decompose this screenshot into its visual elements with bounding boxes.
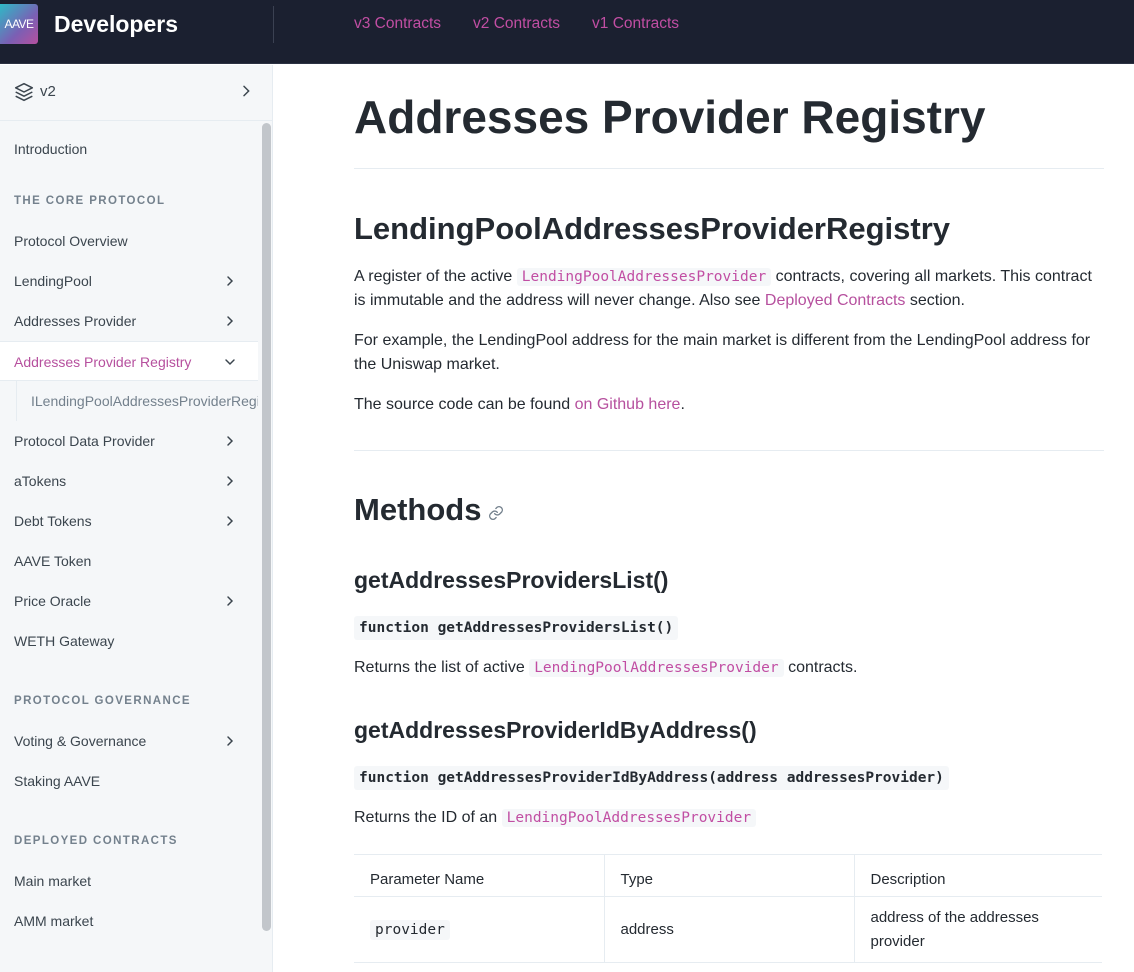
sidebar-item-addresses-provider[interactable]: Addresses Provider — [0, 301, 258, 341]
method-description: Returns the ID of an LendingPoolAddresse… — [354, 806, 1104, 830]
chevron-right-icon[interactable] — [222, 593, 238, 609]
sidebar-item-voting-governance[interactable]: Voting & Governance — [0, 721, 258, 761]
method-signature: function getAddressesProvidersList() — [354, 616, 679, 640]
nav-v2-contracts[interactable]: v2 Contracts — [473, 14, 560, 34]
sidebar-item-label: AMM market — [14, 913, 94, 929]
layers-icon — [14, 82, 34, 102]
column-header: Description — [853, 854, 1102, 897]
text: Returns the list of active — [354, 659, 530, 676]
param-name: provider — [370, 919, 450, 940]
topbar-divider — [273, 6, 274, 43]
table-cell: provider — [354, 896, 604, 963]
chevron-right-icon[interactable] — [222, 313, 238, 329]
version-label: v2 — [40, 83, 56, 100]
sidebar-item-label: Main market — [14, 873, 92, 889]
divider — [354, 168, 1104, 169]
chevron-right-icon — [243, 85, 250, 97]
brand-title[interactable]: Developers — [54, 8, 178, 40]
sidebar-item-label: Protocol Data Provider — [14, 433, 155, 449]
sidebar-item-label: Voting & Governance — [14, 733, 147, 749]
sidebar-item-label: WETH Gateway — [14, 633, 115, 649]
sidebar-item-aave-token[interactable]: AAVE Token — [0, 541, 258, 581]
top-bar: AAVE Developers v3 Contracts v2 Contract… — [0, 0, 1134, 64]
example-paragraph: For example, the LendingPool address for… — [354, 332, 1091, 373]
nav-v1-contracts[interactable]: v1 Contracts — [592, 14, 679, 34]
method-signature: function getAddressesProviderIdByAddress… — [354, 766, 949, 790]
deployed-contracts-link[interactable]: Deployed Contracts — [765, 292, 906, 309]
sidebar-item-amm-market[interactable]: AMM market — [0, 901, 258, 941]
sidebar-item-label: Addresses Provider — [14, 313, 137, 329]
methods-heading: Methods — [354, 492, 482, 527]
sidebar-item-lendingpool[interactable]: LendingPool — [0, 261, 258, 301]
main-content: Addresses Provider Registry LendingPoolA… — [274, 65, 1134, 972]
sidebar-item-label: Addresses Provider Registry — [14, 354, 192, 370]
table-cell: address — [603, 896, 854, 963]
sidebar-item-label: Protocol Overview — [14, 233, 128, 249]
parameters-table: Parameter Name Type Description provider… — [354, 854, 1102, 963]
inline-code: LendingPoolAddressesProvider — [516, 268, 772, 286]
section-core-protocol: THE CORE PROTOCOL — [14, 195, 166, 207]
aave-logo[interactable]: AAVE — [0, 4, 38, 44]
chevron-right-icon[interactable] — [222, 433, 238, 449]
sidebar-item-debt-tokens[interactable]: Debt Tokens — [0, 501, 258, 541]
sidebar-item-label: aTokens — [14, 473, 67, 489]
version-selector[interactable]: v2 — [0, 65, 272, 121]
chevron-right-icon[interactable] — [222, 273, 238, 289]
chevron-right-icon[interactable] — [222, 473, 238, 489]
sidebar-item-introduction[interactable]: Introduction — [0, 129, 258, 169]
sidebar-item-label: Price Oracle — [14, 593, 92, 609]
sidebar-item-label: Debt Tokens — [14, 513, 92, 529]
text: The source code can be found — [354, 396, 575, 413]
text: Returns the ID of an — [354, 809, 502, 826]
sidebar-item-label: AAVE Token — [14, 553, 92, 569]
table-row: provider address address of the addresse… — [354, 896, 1102, 963]
method-description: Returns the list of active LendingPoolAd… — [354, 656, 1104, 680]
chevron-right-icon[interactable] — [222, 513, 238, 529]
method-heading-provider-id: getAddressesProviderIdByAddress() — [354, 717, 757, 743]
section-protocol-governance: PROTOCOL GOVERNANCE — [14, 695, 191, 707]
sidebar-item-label: Staking AAVE — [14, 773, 101, 789]
sidebar-item-atokens[interactable]: aTokens — [0, 461, 258, 501]
column-header: Type — [603, 854, 854, 897]
text: A register of the active — [354, 268, 517, 285]
column-header: Parameter Name — [354, 854, 604, 897]
contract-heading: LendingPoolAddressesProviderRegistry — [354, 211, 951, 246]
sidebar-item-staking-aave[interactable]: Staking AAVE — [0, 761, 258, 801]
sidebar-item-protocol-overview[interactable]: Protocol Overview — [0, 221, 258, 261]
sidebar-item-label: LendingPool — [14, 273, 92, 289]
inline-code: LendingPoolAddressesProvider — [529, 659, 784, 677]
inline-code: LendingPoolAddressesProvider — [501, 809, 757, 827]
sidebar-item-main-market[interactable]: Main market — [0, 861, 258, 901]
source-paragraph: The source code can be found on Github h… — [354, 393, 1104, 417]
table-header-row: Parameter Name Type Description — [354, 854, 1102, 897]
sidebar-item-protocol-data-provider[interactable]: Protocol Data Provider — [0, 421, 258, 461]
page-title: Addresses Provider Registry — [354, 91, 986, 143]
intro-paragraph: A register of the active LendingPoolAddr… — [354, 265, 1104, 313]
top-nav: v3 Contracts v2 Contracts v1 Contracts — [354, 14, 679, 34]
chevron-right-icon[interactable] — [222, 733, 238, 749]
sidebar-nav: Introduction THE CORE PROTOCOL Protocol … — [0, 121, 258, 941]
divider — [354, 450, 1104, 451]
sidebar-item-price-oracle[interactable]: Price Oracle — [0, 581, 258, 621]
text: section. — [905, 292, 965, 309]
github-link[interactable]: on Github here — [575, 396, 681, 413]
sidebar-item-addresses-provider-registry[interactable]: Addresses Provider Registry — [0, 341, 258, 381]
text: contracts. — [783, 659, 858, 676]
chevron-down-icon[interactable] — [222, 354, 238, 370]
table-cell: address of the addresses provider — [853, 896, 1102, 963]
sidebar: v2 Introduction THE CORE PROTOCOL Protoc… — [0, 65, 273, 972]
method-heading-providers-list: getAddressesProvidersList() — [354, 567, 669, 593]
nav-v3-contracts[interactable]: v3 Contracts — [354, 14, 441, 34]
section-deployed-contracts: DEPLOYED CONTRACTS — [14, 835, 178, 847]
sidebar-item-weth-gateway[interactable]: WETH Gateway — [0, 621, 258, 661]
sidebar-subitem-interface[interactable]: ILendingPoolAddressesProviderRegistry — [16, 381, 258, 421]
sidebar-scrollbar[interactable] — [262, 123, 271, 931]
text: . — [680, 396, 685, 413]
link-icon[interactable] — [488, 505, 504, 521]
